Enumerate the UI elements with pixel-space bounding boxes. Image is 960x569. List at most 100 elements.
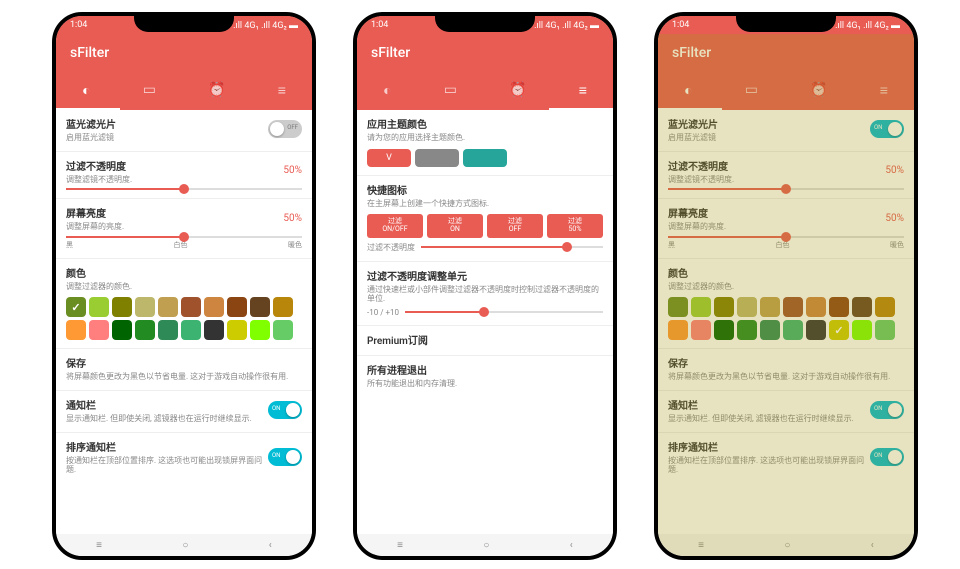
- quick-shortcut-button[interactable]: 过滤ON/OFF: [367, 214, 423, 237]
- theme-chip[interactable]: [415, 149, 459, 167]
- color-swatch[interactable]: [135, 320, 155, 340]
- tab-filter-icon[interactable]: ◐: [684, 82, 692, 99]
- premium-row[interactable]: Premium订阅: [357, 326, 613, 356]
- color-swatch[interactable]: [89, 320, 109, 340]
- color-swatch[interactable]: [806, 320, 826, 340]
- main-content[interactable]: 蓝光滤光片 启用蓝光滤镜 ON 过滤不透明度 调整滤镜不透明度. 50%: [658, 110, 914, 534]
- color-swatch[interactable]: [691, 320, 711, 340]
- opacity-slider[interactable]: [66, 188, 302, 190]
- notification-toggle[interactable]: ON: [870, 401, 904, 419]
- theme-chip[interactable]: [463, 149, 507, 167]
- color-swatch[interactable]: [714, 320, 734, 340]
- quick-icon-row: 快捷图标 在主屏幕上创建一个快捷方式图标. 过滤ON/OFF过滤ON过滤OFF过…: [357, 176, 613, 262]
- color-swatch[interactable]: [806, 297, 826, 317]
- nav-back-icon[interactable]: ‹: [570, 540, 573, 551]
- tab-filter-icon[interactable]: ◐: [383, 82, 391, 99]
- sort-notification-row[interactable]: 排序通知栏 按通知栏在顶部位置排序. 这选项也可能出现锁屏界面问题. ON: [658, 433, 914, 483]
- color-swatch[interactable]: [714, 297, 734, 317]
- theme-row: 应用主题颜色 请为您的应用选择主题颜色. V: [357, 110, 613, 176]
- nav-back-icon[interactable]: ‹: [871, 540, 874, 551]
- nav-recent-icon[interactable]: ≡: [397, 540, 403, 551]
- color-swatch[interactable]: [273, 320, 293, 340]
- sort-notification-row[interactable]: 排序通知栏 按通知栏在顶部位置排序. 这选项也可能出现锁屏界面问题. ON: [56, 433, 312, 483]
- dim-slider[interactable]: [668, 236, 904, 238]
- tab-schedule-icon[interactable]: ⏰: [208, 82, 225, 98]
- color-swatch[interactable]: [204, 297, 224, 317]
- quick-opacity-slider[interactable]: [421, 246, 603, 248]
- app-title: sFilter: [658, 34, 914, 72]
- color-swatch[interactable]: [250, 320, 270, 340]
- color-swatch[interactable]: [737, 297, 757, 317]
- color-swatch[interactable]: [783, 297, 803, 317]
- tab-dim-icon[interactable]: ▭: [444, 82, 457, 98]
- nav-recent-icon[interactable]: ≡: [96, 540, 102, 551]
- quick-shortcut-button[interactable]: 过滤ON: [427, 214, 483, 237]
- main-content[interactable]: 蓝光滤光片 启用蓝光滤镜 OFF 过滤不透明度 调整滤镜不透明度. 50%: [56, 110, 312, 534]
- color-swatch[interactable]: [760, 297, 780, 317]
- color-swatch[interactable]: [89, 297, 109, 317]
- tab-filter-icon[interactable]: ◐: [82, 82, 90, 99]
- color-swatch[interactable]: [668, 320, 688, 340]
- color-swatch[interactable]: [181, 320, 201, 340]
- sort-notification-toggle[interactable]: ON: [870, 448, 904, 466]
- sort-notification-toggle[interactable]: ON: [268, 448, 302, 466]
- color-swatch[interactable]: [158, 320, 178, 340]
- color-swatch[interactable]: [783, 320, 803, 340]
- color-swatch[interactable]: [829, 297, 849, 317]
- nav-recent-icon[interactable]: ≡: [698, 540, 704, 551]
- color-swatch[interactable]: [135, 297, 155, 317]
- blue-filter-toggle[interactable]: OFF: [268, 120, 302, 138]
- color-swatch[interactable]: [273, 297, 293, 317]
- nav-home-icon[interactable]: ○: [784, 540, 790, 551]
- color-swatch[interactable]: [691, 297, 711, 317]
- theme-chip[interactable]: V: [367, 149, 411, 167]
- tab-dim-icon[interactable]: ▭: [143, 82, 156, 98]
- save-row[interactable]: 保存 将屏幕颜色更改为黑色以节省电量. 这对于游戏自动操作很有用.: [658, 349, 914, 391]
- color-swatch[interactable]: [250, 297, 270, 317]
- nav-home-icon[interactable]: ○: [483, 540, 489, 551]
- tab-menu-icon[interactable]: ≡: [579, 82, 587, 99]
- color-swatch[interactable]: [227, 320, 247, 340]
- tab-menu-icon[interactable]: ≡: [880, 82, 888, 99]
- color-swatch[interactable]: [181, 297, 201, 317]
- quick-shortcut-button[interactable]: 过滤50%: [547, 214, 603, 237]
- color-swatch[interactable]: [668, 297, 688, 317]
- notification-toggle[interactable]: ON: [268, 401, 302, 419]
- nav-home-icon[interactable]: ○: [182, 540, 188, 551]
- tab-schedule-icon[interactable]: ⏰: [509, 82, 526, 98]
- exit-row[interactable]: 所有进程退出 所有功能退出和内存清理.: [357, 356, 613, 397]
- color-swatch[interactable]: [66, 297, 86, 317]
- notification-row[interactable]: 通知栏 显示通知栏. 但即使关闭, 滤镜器也在运行时继续显示. ON: [658, 391, 914, 433]
- save-row[interactable]: 保存 将屏幕颜色更改为黑色以节省电量. 这对于游戏自动操作很有用.: [56, 349, 312, 391]
- color-swatch[interactable]: [829, 320, 849, 340]
- blue-filter-toggle[interactable]: ON: [870, 120, 904, 138]
- blue-light-filter-row[interactable]: 蓝光滤光片 启用蓝光滤镜 ON: [658, 110, 914, 152]
- color-swatch[interactable]: [112, 320, 132, 340]
- main-content[interactable]: 应用主题颜色 请为您的应用选择主题颜色. V 快捷图标 在主屏幕上创建一个快捷方…: [357, 110, 613, 534]
- color-swatch[interactable]: [737, 320, 757, 340]
- color-swatch[interactable]: [875, 320, 895, 340]
- tab-dim-icon[interactable]: ▭: [745, 82, 758, 98]
- quick-opacity-label: 过滤不透明度: [367, 242, 415, 253]
- quick-buttons: 过滤ON/OFF过滤ON过滤OFF过滤50%: [367, 214, 603, 237]
- color-swatch[interactable]: [66, 320, 86, 340]
- color-swatch[interactable]: [875, 297, 895, 317]
- color-swatch[interactable]: [227, 297, 247, 317]
- color-swatch[interactable]: [760, 320, 780, 340]
- nav-back-icon[interactable]: ‹: [269, 540, 272, 551]
- color-swatch[interactable]: [204, 320, 224, 340]
- blue-light-filter-row[interactable]: 蓝光滤光片 启用蓝光滤镜 OFF: [56, 110, 312, 152]
- notification-row[interactable]: 通知栏 显示通知栏. 但即使关闭, 滤镜器也在运行时继续显示. ON: [56, 391, 312, 433]
- color-swatch[interactable]: [852, 320, 872, 340]
- tab-menu-icon[interactable]: ≡: [278, 82, 286, 99]
- opacity-slider[interactable]: [668, 188, 904, 190]
- save-title: 保存: [66, 355, 302, 370]
- dim-title: 屏幕亮度: [668, 205, 726, 220]
- color-swatch[interactable]: [112, 297, 132, 317]
- color-swatch[interactable]: [158, 297, 178, 317]
- tab-schedule-icon[interactable]: ⏰: [810, 82, 827, 98]
- quick-shortcut-button[interactable]: 过滤OFF: [487, 214, 543, 237]
- color-swatch[interactable]: [852, 297, 872, 317]
- step-slider[interactable]: [405, 311, 603, 313]
- dim-slider[interactable]: [66, 236, 302, 238]
